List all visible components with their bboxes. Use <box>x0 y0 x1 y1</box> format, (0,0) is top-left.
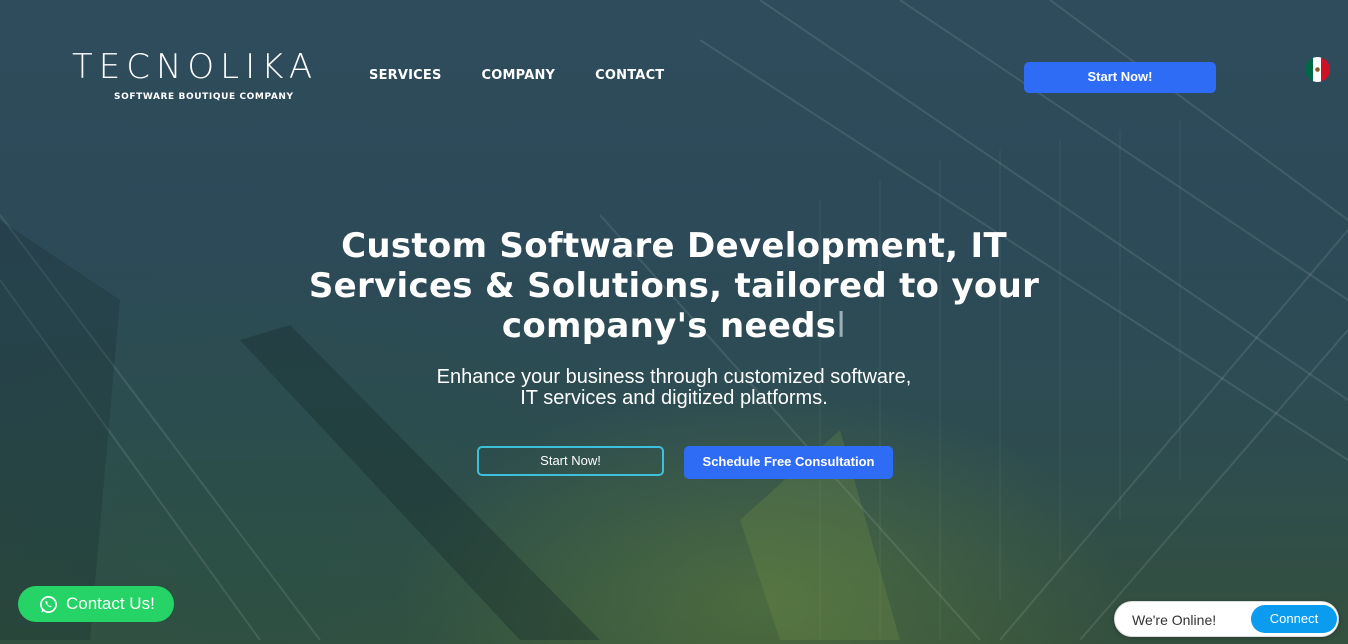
header-start-now-button[interactable]: Start Now! <box>1024 62 1216 93</box>
main-nav: SERVICES COMPANY CONTACT <box>369 68 664 83</box>
subheadline-line-1: Enhance your business through customized… <box>436 366 912 388</box>
nav-services[interactable]: SERVICES <box>369 68 442 83</box>
logo[interactable]: TECNOLIKA SOFTWARE BOUTIQUE COMPANY <box>72 48 344 108</box>
typing-cursor: l <box>836 306 847 346</box>
headline-line-1: Custom Software Development, IT <box>341 226 1007 266</box>
chat-status-text: We're Online! <box>1132 612 1217 628</box>
live-chat-widget: We're Online! Connect <box>1114 601 1339 637</box>
hero-start-now-button[interactable]: Start Now! <box>477 446 664 476</box>
chat-connect-button[interactable]: Connect <box>1251 605 1337 633</box>
logo-wordmark: TECNOLIKA <box>72 47 319 87</box>
nav-contact[interactable]: CONTACT <box>595 68 664 83</box>
nav-company[interactable]: COMPANY <box>482 68 556 83</box>
whatsapp-contact-button[interactable]: Contact Us! <box>18 586 174 622</box>
schedule-consultation-button[interactable]: Schedule Free Consultation <box>684 446 893 479</box>
hero-subheadline: Enhance your business through customized… <box>374 367 974 409</box>
logo-tagline: SOFTWARE BOUTIQUE COMPANY <box>114 92 294 102</box>
subheadline-line-2: IT services and digitized platforms. <box>520 387 828 409</box>
mexico-flag-icon[interactable] <box>1305 57 1330 82</box>
hero-headline: Custom Software Development, IT Services… <box>274 226 1074 346</box>
whatsapp-label: Contact Us! <box>66 594 155 613</box>
whatsapp-icon <box>40 595 57 613</box>
headline-line-2: Services & Solutions, tailored to your <box>308 266 1040 306</box>
flag-graphic <box>1305 57 1330 82</box>
headline-line-3-text: company's needs <box>501 306 837 346</box>
headline-line-3: company's needsl <box>274 306 1074 346</box>
